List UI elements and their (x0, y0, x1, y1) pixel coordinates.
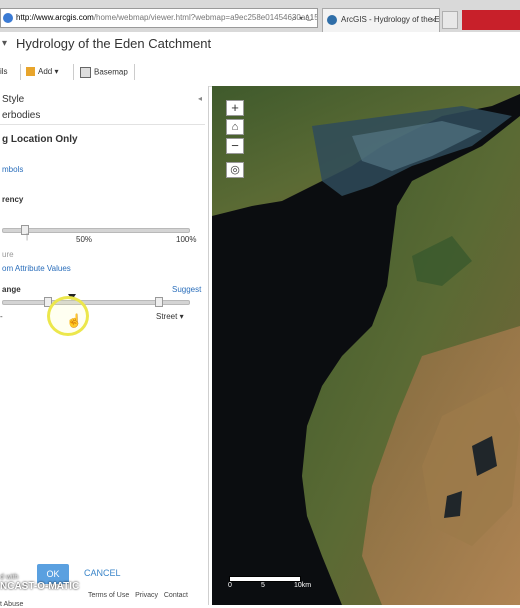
scale-label-5: 5 (261, 582, 265, 589)
privacy-link[interactable]: Privacy (135, 592, 158, 599)
red-tab-area (462, 10, 520, 30)
slider-tick: | (26, 232, 29, 241)
basemap-label: Basemap (94, 67, 128, 77)
locate-button[interactable]: ◎ (226, 162, 244, 178)
details-button[interactable]: ils (0, 67, 8, 76)
transparency-slider-track[interactable] (2, 228, 190, 233)
suggest-link[interactable]: Suggest (172, 285, 201, 294)
style-heading: Style (2, 94, 25, 105)
visible-range-label: ange (2, 285, 21, 294)
scale-label-0: 0 (228, 582, 232, 589)
map-imagery (212, 86, 520, 605)
app-header: ▾ Hydrology of the Eden Catchment (0, 32, 520, 60)
hand-cursor-icon: ☝ (66, 313, 83, 328)
arcgis-favicon-icon (327, 15, 337, 25)
zoom-out-button[interactable]: − (226, 138, 244, 154)
screencast-watermark: d with NCAST-O-MATIC (0, 574, 92, 605)
chevron-down-icon: ▾ (179, 312, 184, 321)
range-min-label: - (0, 312, 3, 321)
locate-icon: ◎ (230, 164, 240, 176)
range-max-thumb[interactable] (155, 297, 163, 307)
street-label: Street (156, 312, 178, 321)
layer-name: erbodies (2, 110, 41, 121)
watermark-line2: NCAST-O-MATIC (0, 581, 80, 592)
toolbar-divider (134, 64, 135, 80)
footer-links: Terms of Use Privacy Contact (88, 592, 188, 599)
transparency-label: rency (2, 195, 24, 204)
toolbar-divider (73, 64, 74, 80)
terms-link[interactable]: Terms of Use (88, 592, 129, 599)
transparency-tick-50: 50% (76, 235, 93, 244)
collapse-panel-icon[interactable]: ◂ (198, 94, 202, 103)
browser-chrome: http://www.arcgis.com/home/webmap/viewer… (0, 0, 520, 33)
zoom-in-button[interactable]: + (226, 100, 244, 116)
location-only-heading: g Location Only (2, 134, 78, 145)
close-tab-icon[interactable]: × (431, 9, 436, 31)
contact-link[interactable]: Contact (164, 592, 188, 599)
basemap-button[interactable]: Basemap (80, 67, 128, 78)
browser-tab[interactable]: ArcGIS - Hydrology of the E... × (322, 8, 440, 32)
basemap-icon (80, 67, 91, 78)
style-panel: ◂ Style erbodies g Location Only mbols r… (0, 86, 209, 608)
symbols-link[interactable]: mbols (2, 165, 23, 174)
scale-bar (229, 576, 301, 582)
home-icon: ⌂ (231, 121, 239, 133)
url-host: http://www.arcgis.com (16, 13, 94, 22)
map-title: Hydrology of the Eden Catchment (16, 36, 212, 51)
add-button[interactable]: Add ▾ (26, 67, 59, 77)
transparency-tick-100: 100% (176, 235, 197, 244)
globe-icon (3, 12, 13, 23)
url-path: /home/webmap/viewer.html?webmap=a9ec258e… (93, 13, 318, 22)
add-label: Add (38, 67, 53, 76)
toolbar: ils Add ▾ Basemap (0, 60, 520, 87)
add-caret-icon: ▾ (54, 67, 59, 76)
home-button[interactable]: ⌂ (226, 119, 244, 135)
divider (0, 124, 205, 125)
address-bar[interactable]: http://www.arcgis.com/home/webmap/viewer… (0, 8, 318, 28)
scale-label-10km: 10km (294, 582, 312, 589)
tab-title: ArcGIS - Hydrology of the E... (341, 15, 440, 24)
feature-label: ure (2, 250, 14, 259)
address-controls[interactable]: ⌕ ▾ ↻ (292, 9, 313, 27)
satellite-map[interactable] (212, 86, 520, 605)
range-max-select[interactable]: Street ▾ (156, 312, 184, 321)
watermark-line1: d with (0, 574, 19, 581)
menu-caret-icon[interactable]: ▾ (2, 38, 7, 49)
add-icon (26, 67, 35, 77)
toolbar-divider (20, 64, 21, 80)
new-tab-button[interactable] (442, 11, 458, 29)
attribute-values-link[interactable]: om Attribute Values (2, 264, 71, 273)
